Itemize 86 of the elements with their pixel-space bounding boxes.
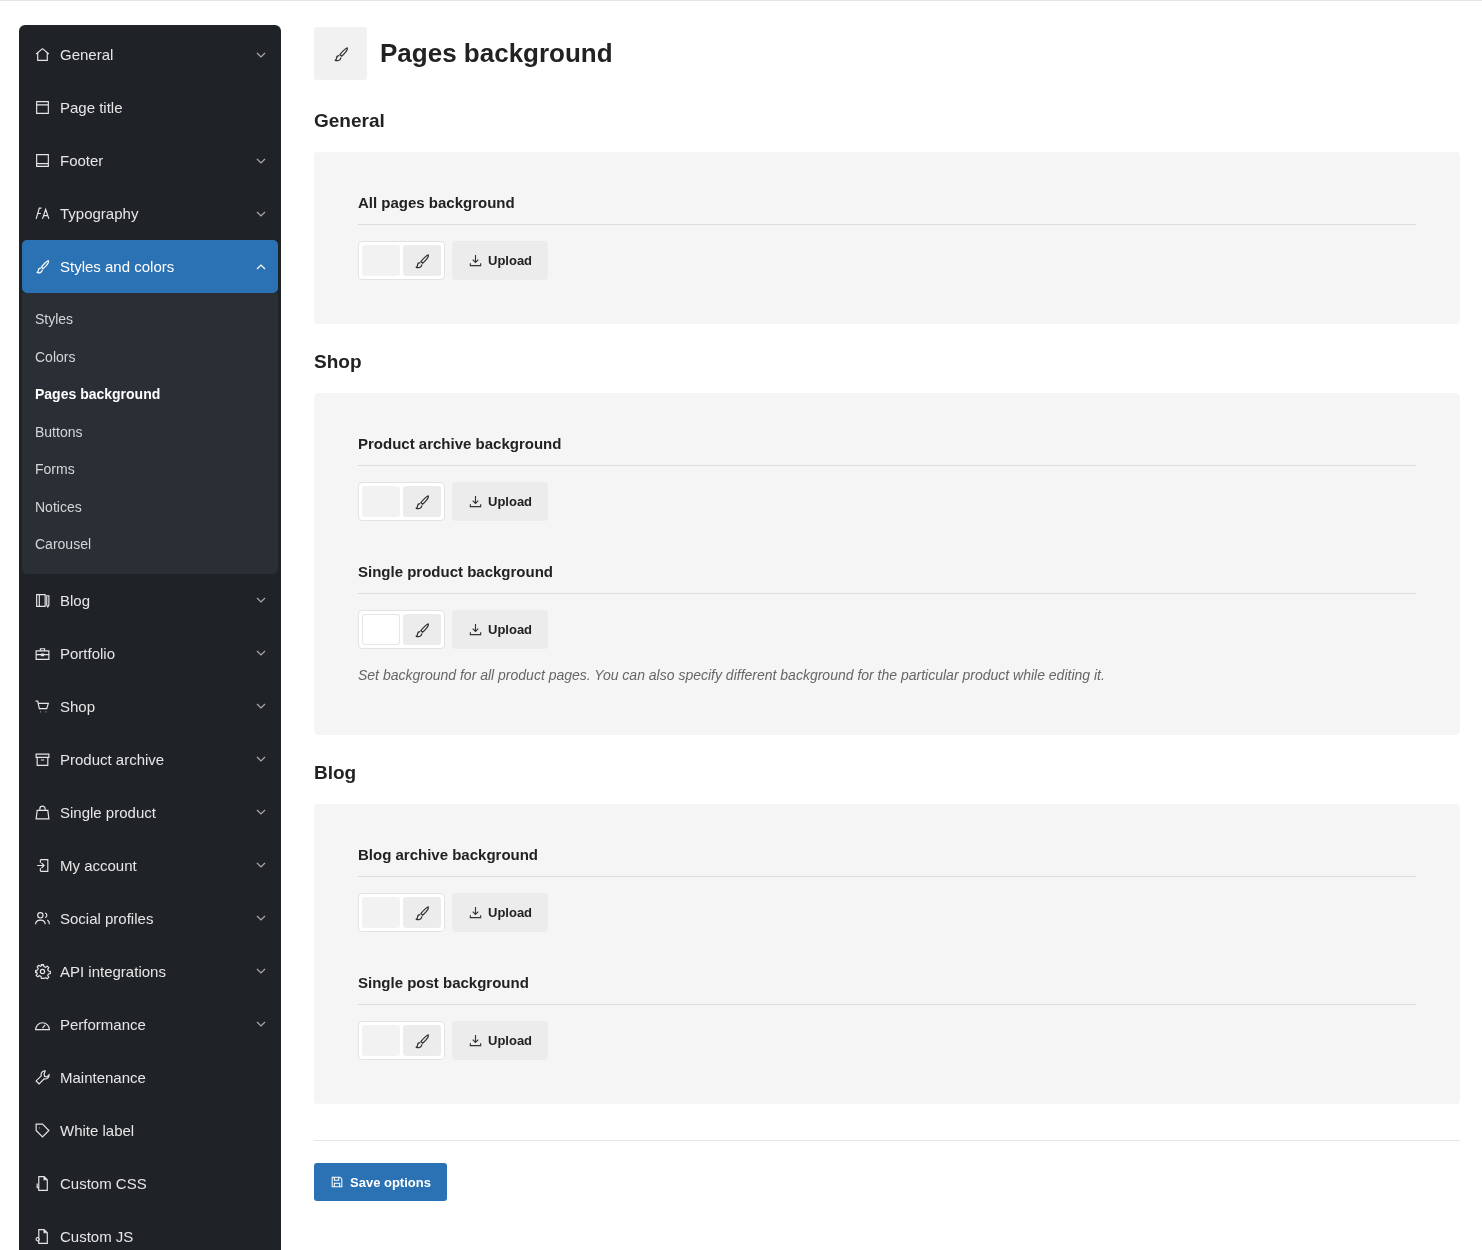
chevron-icon (256, 756, 266, 762)
sidebar-item[interactable]: Footer (22, 134, 278, 187)
section-title: Blog (314, 762, 358, 784)
field-label: Blog archive background (358, 846, 1416, 877)
field-label: Single post background (358, 974, 1416, 1005)
upload-button[interactable]: Upload (452, 893, 549, 932)
brush-icon (314, 27, 367, 80)
sidebar-item[interactable]: General (22, 28, 278, 81)
brush-icon[interactable] (403, 897, 441, 928)
download-icon (468, 253, 483, 268)
upload-button[interactable]: Upload (452, 482, 549, 521)
sidebar-item[interactable]: Single product (22, 785, 278, 839)
sidebar-item[interactable]: Maintenance (22, 1050, 278, 1104)
bag-icon (34, 803, 51, 821)
field-label: All pages background (358, 194, 1416, 225)
save-icon (330, 1175, 344, 1189)
section-title: Shop (314, 351, 363, 373)
sidebar-item[interactable]: Shop (22, 679, 278, 733)
submenu-item[interactable]: Colors (22, 338, 278, 376)
sidebar-item[interactable]: Performance (22, 997, 278, 1051)
sidebar-item[interactable]: Page title (22, 81, 278, 134)
color-picker[interactable] (358, 482, 445, 521)
type-icon (34, 205, 51, 222)
chevron-icon (256, 210, 266, 217)
brush-icon[interactable] (403, 486, 441, 517)
sidebar-item[interactable]: Custom CSS (22, 1156, 278, 1210)
color-picker[interactable] (358, 893, 445, 932)
chevron-icon (256, 51, 266, 58)
submenu-item[interactable]: Carousel (22, 526, 278, 564)
upload-button[interactable]: Upload (452, 241, 549, 280)
chevron-icon (256, 703, 266, 709)
submenu-item[interactable]: Pages background (22, 376, 278, 414)
chevron-icon (256, 157, 266, 164)
chevron-icon (256, 263, 266, 270)
section-title: General (314, 110, 386, 132)
tag-icon (34, 1121, 51, 1139)
submenu-item[interactable]: Styles (22, 301, 278, 339)
brush-icon[interactable] (403, 614, 441, 645)
field-label: Product archive background (358, 435, 1416, 466)
submenu-item[interactable]: Forms (22, 451, 278, 489)
download-icon (468, 905, 483, 920)
sidebar-item[interactable]: API integrations (22, 944, 278, 998)
submenu-item[interactable]: Notices (22, 488, 278, 526)
home-icon (34, 46, 51, 63)
chevron-icon (256, 597, 266, 603)
upload-button[interactable]: Upload (452, 610, 549, 649)
brush-icon[interactable] (403, 245, 441, 276)
sidebar-item[interactable]: Styles and colors (22, 240, 278, 293)
login-icon (34, 856, 51, 874)
gear-icon (34, 962, 51, 980)
chevron-icon (256, 862, 266, 868)
chevron-icon (256, 915, 266, 921)
brush-icon[interactable] (403, 1025, 441, 1056)
sidebar-item[interactable]: Blog (22, 573, 278, 627)
save-button[interactable]: Save options (314, 1163, 447, 1201)
color-picker[interactable] (358, 610, 445, 649)
sidebar-item[interactable]: Portfolio (22, 626, 278, 680)
chevron-icon (256, 809, 266, 815)
chevron-icon (256, 650, 266, 656)
download-icon (468, 622, 483, 637)
sidebar-item[interactable]: Product archive (22, 732, 278, 786)
field-hint: Set background for all product pages. You can also specify different background for the particular product while editing it. (358, 667, 1106, 683)
people-icon (34, 909, 51, 927)
submenu-item[interactable]: Buttons (22, 413, 278, 451)
file-icon (34, 1174, 51, 1192)
color-picker[interactable] (358, 1021, 445, 1060)
footer-icon (34, 152, 51, 169)
chevron-icon (256, 968, 266, 974)
chevron-icon (256, 1021, 266, 1027)
sidebar-item[interactable]: Typography (22, 187, 278, 240)
download-icon (468, 494, 483, 509)
sidebar-item[interactable]: Social profiles (22, 891, 278, 945)
sidebar-item[interactable]: Custom JS (22, 1209, 278, 1250)
upload-button[interactable]: Upload (452, 1021, 549, 1060)
field-label: Single product background (358, 563, 1416, 594)
gauge-icon (34, 1022, 51, 1031)
sidebar-item[interactable]: My account (22, 838, 278, 892)
color-picker[interactable] (358, 241, 445, 280)
filegear-icon (34, 1227, 51, 1245)
book-icon (34, 591, 51, 609)
brush-icon (34, 258, 51, 275)
wrench-icon (34, 1068, 51, 1086)
page-title: Pages background (380, 38, 613, 69)
download-icon (468, 1033, 483, 1048)
window-icon (34, 99, 51, 116)
sidebar-item[interactable]: White label (22, 1103, 278, 1157)
